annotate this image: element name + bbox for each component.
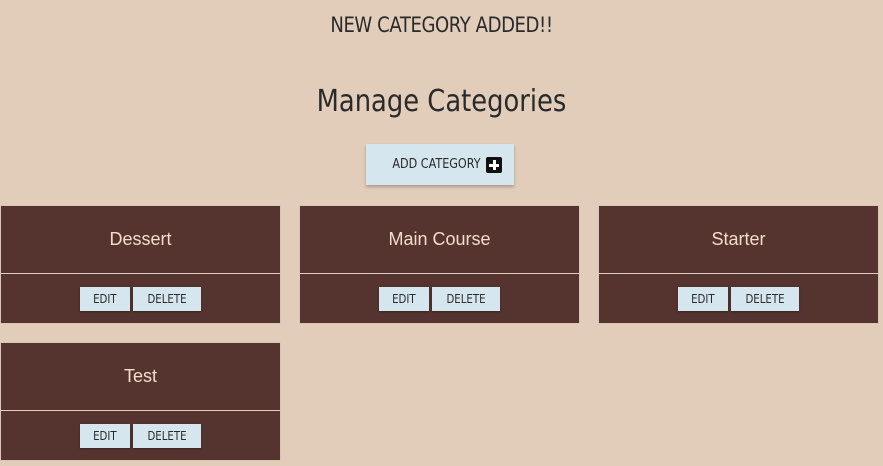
edit-button[interactable]: EDIT xyxy=(678,287,728,311)
delete-button[interactable]: DELETE xyxy=(432,287,500,311)
category-card: Main Course EDIT DELETE xyxy=(299,205,580,324)
delete-button[interactable]: DELETE xyxy=(731,287,799,311)
category-actions: EDIT DELETE xyxy=(599,274,878,324)
category-card: Test EDIT DELETE xyxy=(0,342,281,461)
delete-button[interactable]: DELETE xyxy=(133,287,201,311)
add-category-label: ADD CATEGORY xyxy=(392,157,481,172)
plus-square-icon xyxy=(485,156,502,173)
add-category-button[interactable]: ADD CATEGORY xyxy=(366,144,514,185)
category-name: Main Course xyxy=(300,206,579,274)
category-card: Dessert EDIT DELETE xyxy=(0,205,281,324)
page-title: Manage Categories xyxy=(316,84,567,119)
edit-button[interactable]: EDIT xyxy=(80,424,130,448)
delete-button[interactable]: DELETE xyxy=(133,424,201,448)
category-card: Starter EDIT DELETE xyxy=(598,205,879,324)
category-actions: EDIT DELETE xyxy=(1,274,280,324)
category-name: Dessert xyxy=(1,206,280,274)
category-actions: EDIT DELETE xyxy=(300,274,579,324)
edit-button[interactable]: EDIT xyxy=(80,287,130,311)
flash-message: NEW CATEGORY ADDED!! xyxy=(330,13,553,37)
category-name: Test xyxy=(1,343,280,411)
category-name: Starter xyxy=(599,206,878,274)
category-actions: EDIT DELETE xyxy=(1,411,280,461)
edit-button[interactable]: EDIT xyxy=(379,287,429,311)
